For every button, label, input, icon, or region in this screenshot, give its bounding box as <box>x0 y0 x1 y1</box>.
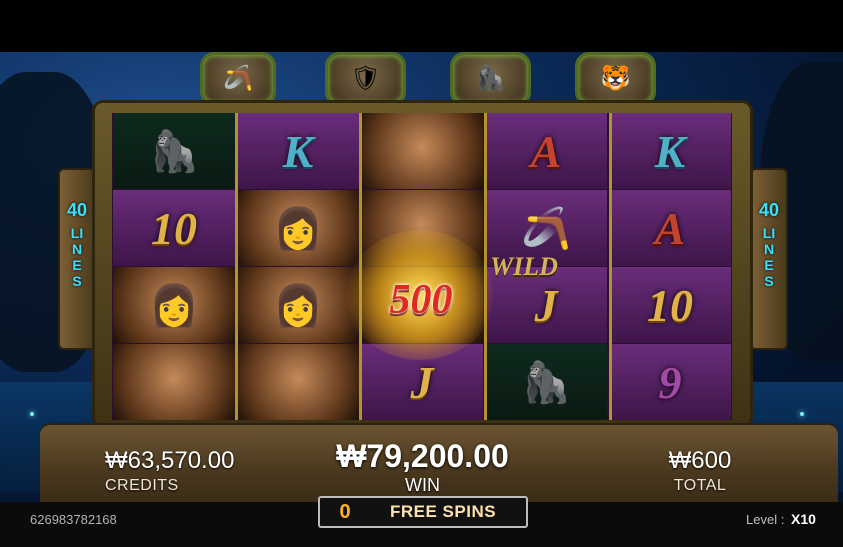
firefly <box>30 412 34 416</box>
credits-amount: ₩63,570.00 <box>105 447 235 474</box>
reel-symbol-A: A <box>609 190 731 266</box>
reel-symbol-text: K <box>282 125 314 177</box>
lines-plank-left: 40 LINES <box>60 170 94 348</box>
shield-icon: 🛡 <box>325 52 406 106</box>
gorilla-symbol: 🦍 <box>113 113 235 189</box>
woman-symbol-icon: 👩 <box>149 283 199 328</box>
reel-symbol-9: 9 <box>609 344 731 420</box>
lines-count-left: 40 <box>66 200 88 220</box>
win-label: WIN <box>405 475 440 495</box>
free-spins-label: FREE SPINS <box>390 502 497 521</box>
reel-symbol-text: 9 <box>658 356 682 408</box>
woman-body-symbol <box>361 113 483 189</box>
woman-symbol-icon: 👩 <box>273 283 323 328</box>
woman-symbol-icon: 👩 <box>273 206 323 251</box>
firefly <box>800 412 804 416</box>
gorilla-symbol-icon: 🦍 <box>149 129 199 174</box>
lines-word-right: LINES <box>762 225 776 289</box>
reel-symbol-10: 10 <box>609 267 731 343</box>
reel-separator <box>235 113 238 420</box>
win-amount: ₩79,200.00 <box>336 438 509 474</box>
free-spins-counter: 0 FREE SPINS <box>318 496 528 528</box>
slot-game-screen: 🪃 🛡 🦍 🐯 40 LINES 40 LINES 🦍 10 👩 K 👩 👩 J A 🪃 J 🦍 K A… <box>0 0 843 547</box>
reel-separator <box>609 113 612 420</box>
woman-body-symbol <box>113 344 235 420</box>
gorilla-symbol: 🦍 <box>485 344 607 420</box>
reel-symbol-text: J <box>534 279 558 331</box>
reel-symbol-text: A <box>654 202 686 254</box>
reel-symbol-10: 10 <box>113 190 235 266</box>
level-value[interactable]: X10 <box>791 511 816 527</box>
woman-body-symbol <box>237 344 359 420</box>
reel-symbol-text: 10 <box>647 279 693 331</box>
lines-word-left: LINES <box>70 225 84 289</box>
gorilla-icon: 🦍 <box>450 52 531 106</box>
round-id: 626983782168 <box>30 512 117 527</box>
reel-symbol-A: A <box>485 113 607 189</box>
total-bet-amount[interactable]: ₩600 <box>640 447 760 475</box>
reel-symbol-K: K <box>237 113 359 189</box>
level-label: Level : <box>746 512 785 527</box>
tiger-icon: 🐯 <box>575 52 656 106</box>
wild-label: WILD <box>490 252 558 281</box>
reel-symbol-text: 10 <box>151 202 197 254</box>
woman-symbol: 👩 <box>237 190 359 266</box>
reel-symbol-text: A <box>530 125 562 177</box>
top-bar <box>0 0 843 52</box>
reel-symbol-text: K <box>654 125 686 177</box>
gorilla-symbol-icon: 🦍 <box>521 360 571 405</box>
free-spins-count: 0 <box>339 500 351 523</box>
symbol-win-amount: 500 <box>389 277 453 323</box>
reel-symbol-K: K <box>609 113 731 189</box>
boomerang-symbol-icon: 🪃 <box>521 206 571 251</box>
boomerang-icon: 🪃 <box>200 52 276 106</box>
lines-plank-right: 40 LINES <box>752 170 786 348</box>
reel-symbol-text: J <box>410 356 434 408</box>
total-bet-label: TOTAL <box>673 477 727 494</box>
woman-symbol: 👩 <box>113 267 235 343</box>
woman-symbol: 👩 <box>237 267 359 343</box>
credits-label: CREDITS <box>105 477 179 494</box>
lines-count-right: 40 <box>758 200 780 220</box>
